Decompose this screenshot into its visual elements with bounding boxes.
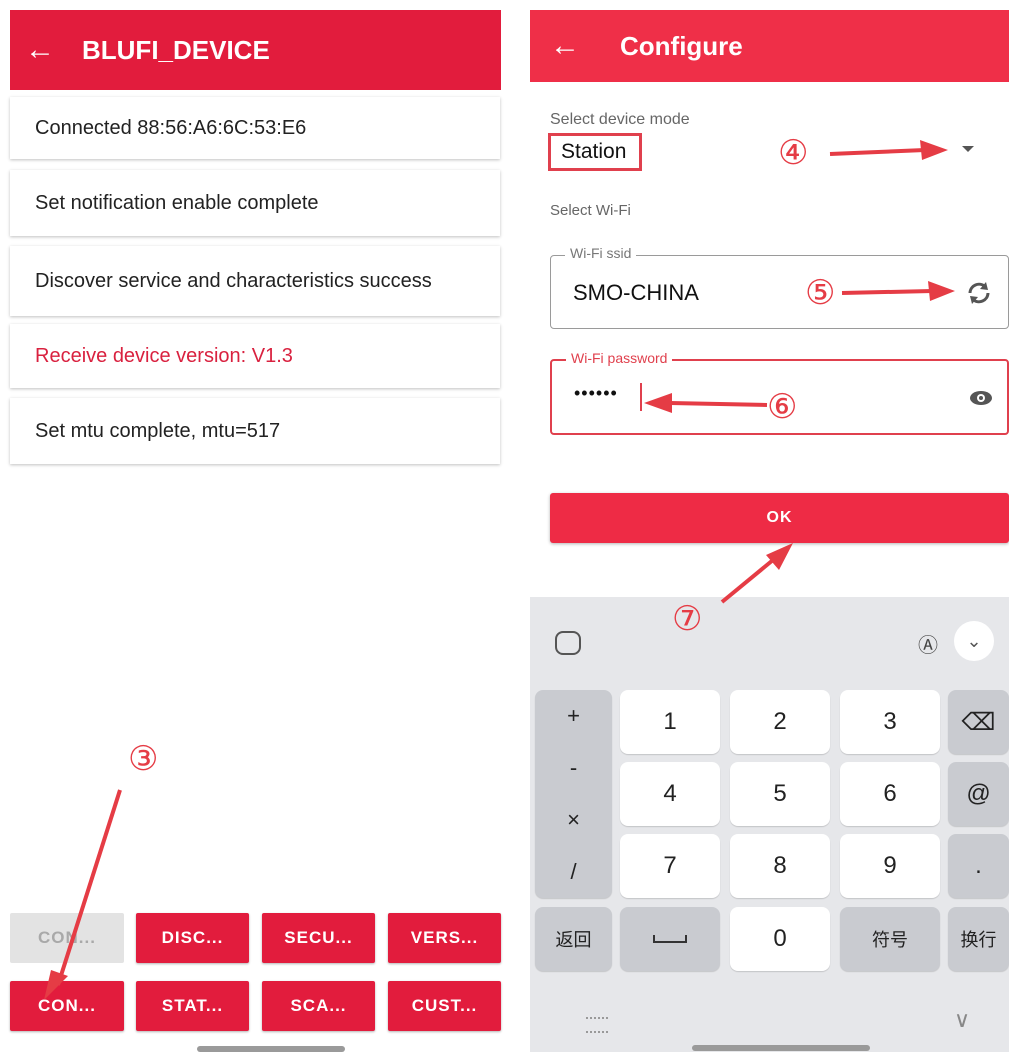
refresh-icon[interactable] [964,278,994,308]
back-arrow-icon[interactable]: ← [10,35,70,65]
dropdown-arrow-icon[interactable] [962,146,974,152]
annotation-step-3: ③ [128,740,159,778]
back-key[interactable]: 返回 [535,907,612,971]
annotation-step-7: ⑦ [672,600,703,638]
app-bar: ← BLUFI_DEVICE [10,10,501,90]
home-indicator[interactable] [197,1046,345,1052]
space-bar-icon [653,935,687,943]
disconnect-button[interactable]: DISC... [136,913,249,963]
keyboard-handwriting-icon[interactable]: Ⓐ [918,629,938,658]
backspace-key[interactable]: ⌫ [948,690,1009,754]
key-6[interactable]: 6 [840,762,940,826]
keyboard-collapse-icon[interactable]: ⌄ [954,621,994,661]
page-title: BLUFI_DEVICE [82,34,270,65]
at-key[interactable]: @ [948,762,1009,826]
dot-key[interactable]: . [948,834,1009,898]
log-item: Set notification enable complete [10,170,500,236]
key-8[interactable]: 8 [730,834,830,898]
key-9[interactable]: 9 [840,834,940,898]
blufi-device-screen: ← BLUFI_DEVICE Connected 88:56:A6:6C:53:… [0,0,511,1052]
keyboard-emoji-icon[interactable] [555,631,581,655]
key-4[interactable]: 4 [620,762,720,826]
home-indicator[interactable] [692,1045,870,1051]
configure-button[interactable]: CON... [10,981,124,1031]
key-5[interactable]: 5 [730,762,830,826]
space-key[interactable] [620,907,720,971]
keyboard-switch-icon[interactable] [586,1017,608,1033]
key-1[interactable]: 1 [620,690,720,754]
log-item: Discover service and characteristics suc… [10,246,500,316]
configure-screen: ← Configure Select device mode Station S… [530,0,1009,1052]
ssid-legend: Wi-Fi ssid [565,245,637,261]
log-item: Set mtu complete, mtu=517 [10,398,500,464]
key-7[interactable]: 7 [620,834,720,898]
back-arrow-icon[interactable]: ← [530,31,600,61]
numeric-keyboard: Ⓐ ⌄ + - × / 1 2 3 ⌫ 4 5 6 @ 7 8 9 . 返回 0… [530,597,1009,1052]
text-cursor [640,383,642,411]
symbol-column[interactable]: + - × / [535,690,612,898]
device-mode-select[interactable]: Station [548,133,642,171]
visibility-eye-icon[interactable] [969,389,993,407]
ok-button[interactable]: OK [550,493,1009,543]
app-bar: ← Configure [530,10,1009,82]
annotation-step-4: ④ [778,134,809,172]
custom-button[interactable]: CUST... [388,981,501,1031]
page-title: Configure [620,30,743,61]
status-button[interactable]: STAT... [136,981,249,1031]
version-button[interactable]: VERS... [388,913,501,963]
connect-button[interactable]: CON... [10,913,124,963]
password-value: •••••• [574,383,618,403]
scan-button[interactable]: SCA... [262,981,375,1031]
symbols-key[interactable]: 符号 [840,907,940,971]
key-2[interactable]: 2 [730,690,830,754]
annotation-step-6: ⑥ [767,388,798,426]
enter-key[interactable]: 换行 [948,907,1009,971]
password-legend: Wi-Fi password [566,350,673,366]
security-button[interactable]: SECU... [262,913,375,963]
key-3[interactable]: 3 [840,690,940,754]
log-item: Connected 88:56:A6:6C:53:E6 [10,97,500,159]
annotation-step-5: ⑤ [805,274,836,312]
ssid-value: SMO-CHINA [573,280,699,305]
select-wifi-label: Select Wi-Fi [550,202,631,219]
key-0[interactable]: 0 [730,907,830,971]
wifi-ssid-field[interactable]: Wi-Fi ssid SMO-CHINA [550,245,1009,329]
device-mode-label: Select device mode [550,111,690,128]
log-item: Receive device version: V1.3 [10,324,500,388]
hide-keyboard-icon[interactable]: ∨ [954,1007,970,1033]
